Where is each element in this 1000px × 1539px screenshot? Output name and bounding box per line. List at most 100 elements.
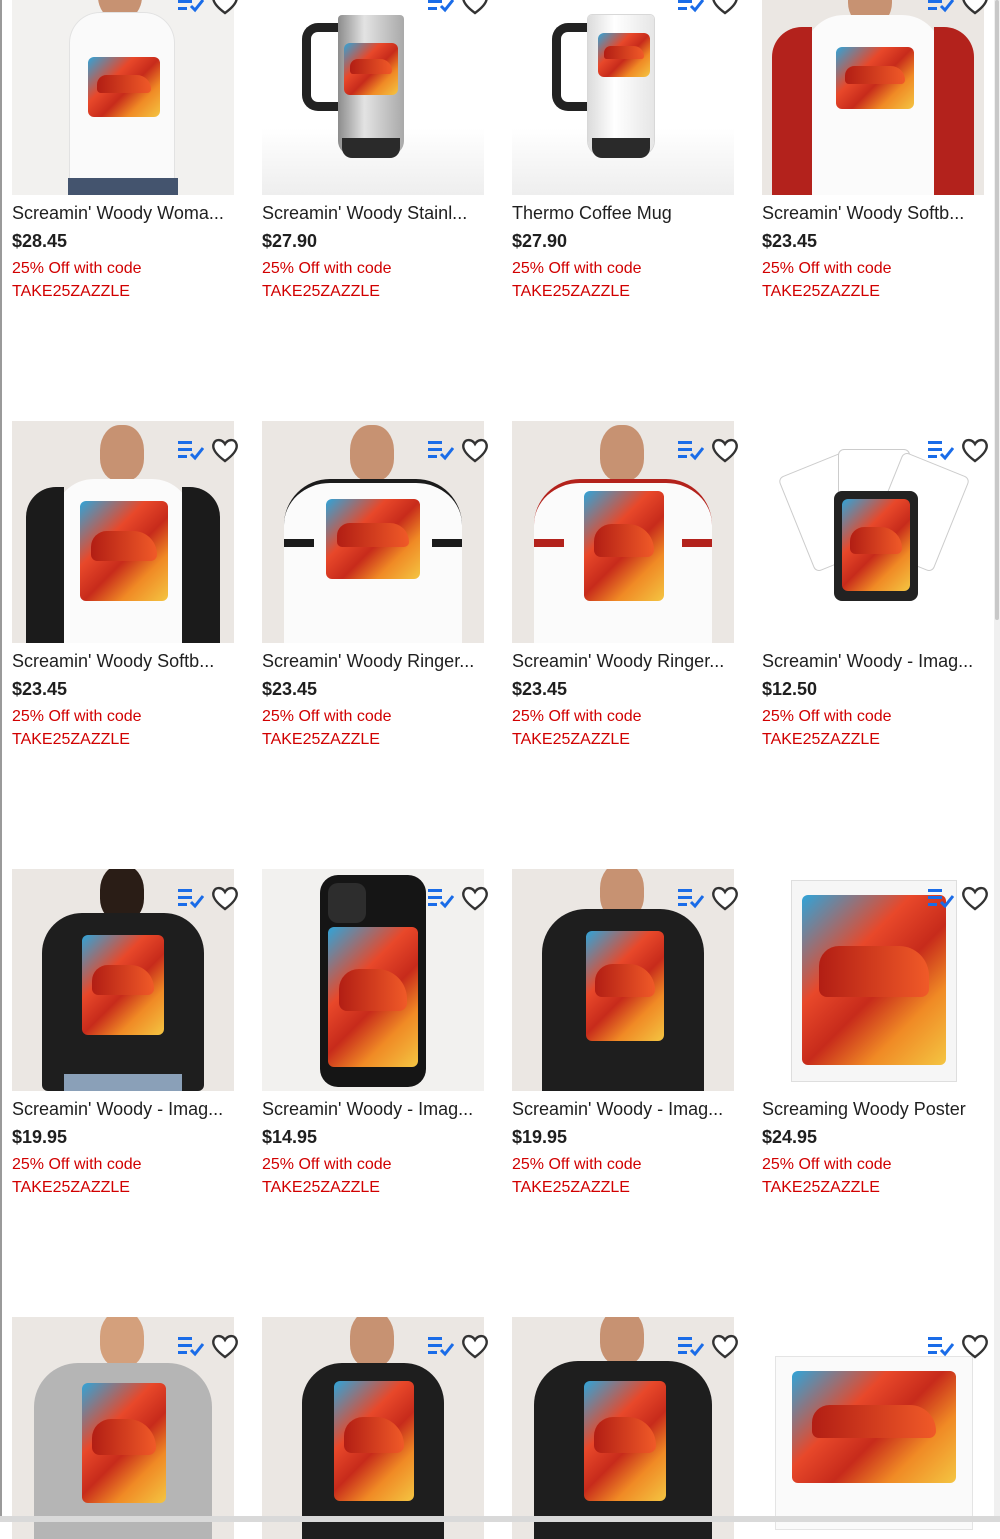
product-title[interactable]: Screamin' Woody Softb... bbox=[12, 649, 238, 673]
product-graphic bbox=[584, 1381, 666, 1501]
card-actions bbox=[928, 883, 1000, 913]
card-actions bbox=[678, 1331, 750, 1361]
heart-icon[interactable] bbox=[710, 0, 740, 17]
heart-icon[interactable] bbox=[960, 435, 990, 465]
horizontal-scrollbar[interactable] bbox=[0, 1516, 1000, 1522]
heart-icon[interactable] bbox=[710, 1331, 740, 1361]
compare-list-icon[interactable] bbox=[178, 887, 204, 909]
product-title[interactable]: Screamin' Woody Stainl... bbox=[262, 201, 488, 225]
product-title[interactable]: Screamin' Woody - Imag... bbox=[262, 1097, 488, 1121]
heart-icon[interactable] bbox=[210, 435, 240, 465]
product-image-red-raglan[interactable] bbox=[762, 0, 984, 195]
product-title[interactable]: Screaming Woody Poster bbox=[762, 1097, 988, 1121]
model-figure bbox=[350, 1317, 394, 1367]
promo-text: 25% Off with code TAKE25ZAZZLE bbox=[512, 708, 642, 748]
product-price: $19.95 bbox=[12, 1127, 68, 1147]
product-graphic bbox=[792, 1371, 956, 1483]
card-actions bbox=[178, 435, 250, 465]
product-graphic bbox=[836, 47, 914, 109]
product-image-womens-tank[interactable] bbox=[12, 0, 234, 195]
promo-text: 25% Off with code TAKE25ZAZZLE bbox=[262, 260, 392, 300]
product-graphic bbox=[598, 33, 650, 77]
product-title[interactable]: Screamin' Woody - Imag... bbox=[512, 1097, 738, 1121]
product-price: $28.45 bbox=[12, 231, 68, 251]
compare-list-icon[interactable] bbox=[428, 439, 454, 461]
heart-icon[interactable] bbox=[460, 883, 490, 913]
model-figure bbox=[100, 1317, 144, 1367]
product-price: $23.45 bbox=[512, 679, 568, 699]
card-actions bbox=[678, 883, 750, 913]
compare-list-icon[interactable] bbox=[428, 1335, 454, 1357]
product-title[interactable]: Screamin' Woody - Imag... bbox=[12, 1097, 238, 1121]
promo-text: 25% Off with code TAKE25ZAZZLE bbox=[12, 1156, 142, 1196]
heart-icon[interactable] bbox=[210, 883, 240, 913]
product-image-stainless-mug[interactable] bbox=[262, 0, 484, 195]
sleeve-band-right bbox=[432, 539, 462, 547]
heart-icon[interactable] bbox=[460, 435, 490, 465]
vertical-scrollbar[interactable] bbox=[994, 0, 1000, 1522]
heart-icon[interactable] bbox=[960, 0, 990, 17]
heart-icon[interactable] bbox=[710, 883, 740, 913]
compare-list-icon[interactable] bbox=[178, 439, 204, 461]
product-graphic bbox=[326, 499, 420, 579]
compare-list-icon[interactable] bbox=[928, 0, 954, 13]
sleeve-band-left bbox=[534, 539, 564, 547]
heart-icon[interactable] bbox=[210, 1331, 240, 1361]
compare-list-icon[interactable] bbox=[678, 439, 704, 461]
card-actions bbox=[178, 0, 250, 17]
camera-bump bbox=[328, 883, 366, 923]
card-actions bbox=[678, 435, 750, 465]
compare-list-icon[interactable] bbox=[428, 0, 454, 13]
card-actions bbox=[928, 1331, 1000, 1361]
jeans-shape bbox=[68, 178, 178, 195]
card-actions bbox=[928, 0, 1000, 17]
product-price: $14.95 bbox=[262, 1127, 318, 1147]
product-title[interactable]: Screamin' Woody Ringer... bbox=[262, 649, 488, 673]
sleeve-left bbox=[26, 487, 64, 643]
promo-text: 25% Off with code TAKE25ZAZZLE bbox=[262, 708, 392, 748]
compare-list-icon[interactable] bbox=[178, 0, 204, 13]
promo-text: 25% Off with code TAKE25ZAZZLE bbox=[762, 708, 892, 748]
sleeve-band-right bbox=[682, 539, 712, 547]
product-graphic bbox=[80, 501, 168, 601]
product-title[interactable]: Screamin' Woody - Imag... bbox=[762, 649, 988, 673]
compare-list-icon[interactable] bbox=[428, 887, 454, 909]
promo-text: 25% Off with code TAKE25ZAZZLE bbox=[12, 260, 142, 300]
product-graphic bbox=[586, 931, 664, 1041]
model-figure bbox=[600, 1317, 644, 1365]
compare-list-icon[interactable] bbox=[678, 1335, 704, 1357]
product-title[interactable]: Screamin' Woody Ringer... bbox=[512, 649, 738, 673]
compare-list-icon[interactable] bbox=[928, 1335, 954, 1357]
product-price: $23.45 bbox=[262, 679, 318, 699]
product-graphic bbox=[82, 1383, 166, 1503]
card-actions bbox=[428, 883, 500, 913]
page-left-border bbox=[0, 0, 2, 1522]
heart-icon[interactable] bbox=[210, 0, 240, 17]
compare-list-icon[interactable] bbox=[178, 1335, 204, 1357]
card-actions bbox=[178, 883, 250, 913]
heart-icon[interactable] bbox=[460, 0, 490, 17]
card-actions bbox=[428, 1331, 500, 1361]
product-title[interactable]: Screamin' Woody Woma... bbox=[12, 201, 238, 225]
compare-list-icon[interactable] bbox=[678, 887, 704, 909]
product-graphic bbox=[328, 927, 418, 1067]
compare-list-icon[interactable] bbox=[678, 0, 704, 13]
sleeve-right bbox=[934, 27, 974, 195]
product-price: $12.50 bbox=[762, 679, 818, 699]
product-image-thermo-mug[interactable] bbox=[512, 0, 734, 195]
promo-text: 25% Off with code TAKE25ZAZZLE bbox=[262, 1156, 392, 1196]
heart-icon[interactable] bbox=[960, 1331, 990, 1361]
card-actions bbox=[178, 1331, 250, 1361]
promo-text: 25% Off with code TAKE25ZAZZLE bbox=[512, 260, 642, 300]
compare-list-icon[interactable] bbox=[928, 439, 954, 461]
product-title[interactable]: Screamin' Woody Softb... bbox=[762, 201, 988, 225]
heart-icon[interactable] bbox=[710, 435, 740, 465]
jeans-shape bbox=[64, 1074, 182, 1091]
product-title[interactable]: Thermo Coffee Mug bbox=[512, 201, 738, 225]
heart-icon[interactable] bbox=[460, 1331, 490, 1361]
scrollbar-thumb[interactable] bbox=[995, 0, 999, 620]
product-price: $19.95 bbox=[512, 1127, 568, 1147]
sleeve-band-left bbox=[284, 539, 314, 547]
heart-icon[interactable] bbox=[960, 883, 990, 913]
compare-list-icon[interactable] bbox=[928, 887, 954, 909]
